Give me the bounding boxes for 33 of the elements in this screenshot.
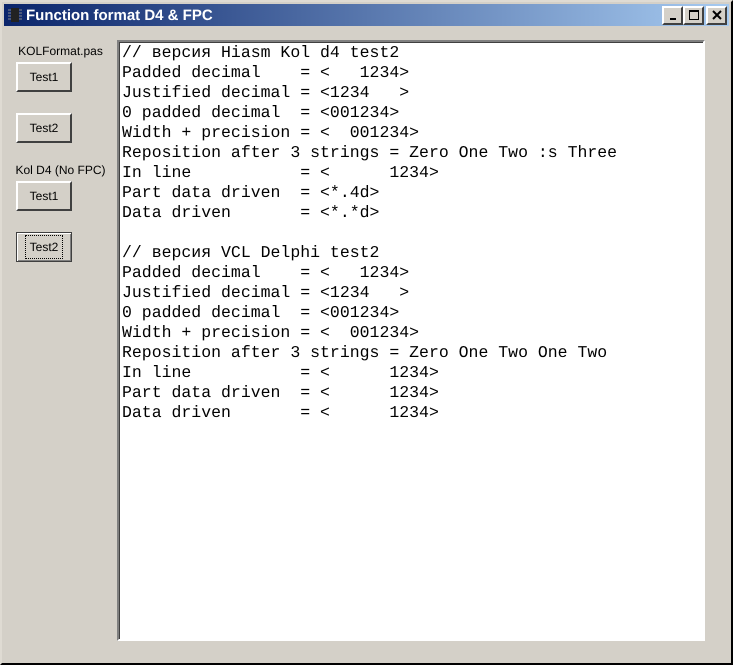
memo-line: Width + precision = < 001234> — [122, 323, 420, 343]
memo-line: Justified decimal = <1234 > — [122, 83, 410, 103]
window-title: Function format D4 & FPC — [26, 6, 214, 24]
memo-line: In line = < 1234> — [122, 163, 439, 183]
memo-line: Reposition after 3 strings = Zero One Two One Two — [122, 343, 608, 363]
memo-line: Reposition after 3 strings = Zero One Two :s Three — [122, 143, 618, 163]
group-label: KOLFormat.pas — [18, 44, 103, 58]
close-icon — [712, 10, 722, 20]
minimize-button[interactable] — [662, 6, 683, 24]
test-button[interactable]: Test2 — [16, 232, 72, 262]
memo-line: // версия VCL Delphi test2 — [122, 243, 380, 263]
memo-line: // версия Hiasm Kol d4 test2 — [122, 43, 400, 63]
chip-icon — [7, 7, 23, 23]
memo-line: 0 padded decimal = <001234> — [122, 103, 400, 123]
minimize-icon — [670, 18, 676, 20]
memo-line: Part data driven = < 1234> — [122, 383, 439, 403]
close-button[interactable] — [706, 6, 727, 24]
memo-text-area[interactable] — [117, 40, 705, 641]
maximize-button[interactable] — [683, 6, 704, 24]
maximize-icon — [688, 10, 698, 20]
memo-line: In line = < 1234> — [122, 363, 439, 383]
memo-line: Width + precision = < 001234> — [122, 123, 420, 143]
memo-line: Data driven = <*.*d> — [122, 203, 380, 223]
memo-line: Data driven = < 1234> — [122, 403, 439, 423]
group-label: Kol D4 (No FPC) — [15, 163, 106, 177]
memo-line: Padded decimal = < 1234> — [122, 63, 410, 83]
test-button[interactable]: Test1 — [16, 181, 72, 211]
memo-line: Padded decimal = < 1234> — [122, 263, 410, 283]
memo-line: Justified decimal = <1234 > — [122, 283, 410, 303]
test-button[interactable]: Test1 — [16, 62, 72, 92]
test-button[interactable]: Test2 — [16, 113, 72, 143]
memo-line: 0 padded decimal = <001234> — [122, 303, 400, 323]
memo-line: Part data driven = <*.4d> — [122, 183, 380, 203]
